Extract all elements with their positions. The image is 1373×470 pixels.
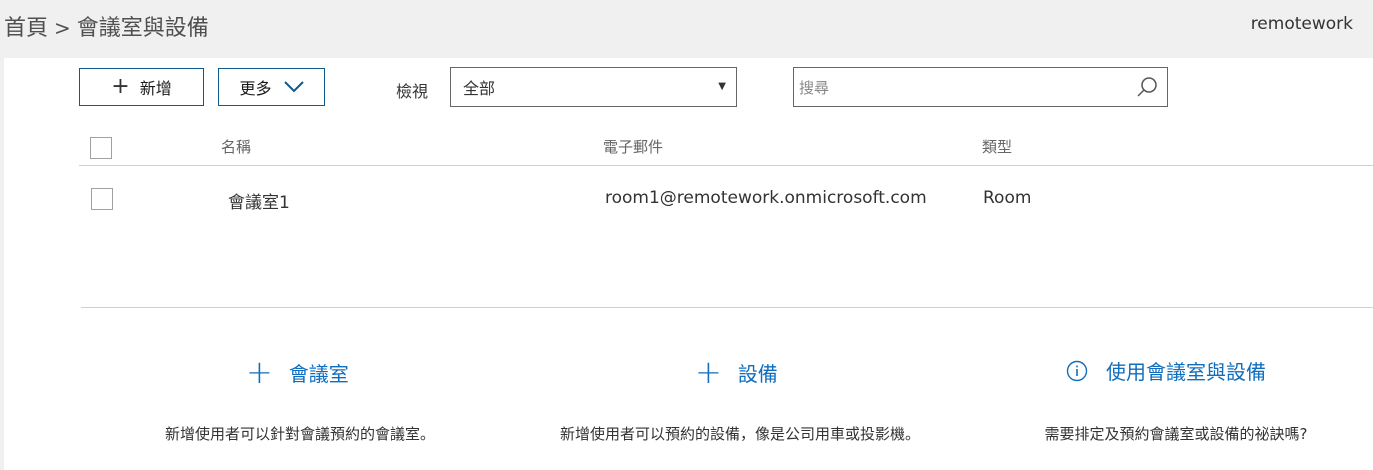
section-divider [81, 307, 1373, 308]
column-header-email[interactable]: 電子郵件 [603, 136, 663, 157]
breadcrumb-current: 會議室與設備 [76, 16, 209, 41]
rooms-help-label: 使用會議室與設備 [1106, 360, 1266, 384]
info-icon [1066, 360, 1088, 381]
new-button-label: 新增 [139, 79, 172, 98]
add-equipment-link[interactable]: + 設備 [695, 356, 778, 388]
more-button-label: 更多 [239, 79, 272, 98]
breadcrumb-home[interactable]: 首頁 [4, 16, 48, 41]
column-header-type[interactable]: 類型 [982, 136, 1012, 157]
cell-type: Room [983, 188, 1032, 208]
add-room-description: 新增使用者可以針對會議預約的會議室。 [164, 425, 435, 443]
row-checkbox[interactable] [91, 188, 113, 210]
add-equipment-description: 新增使用者可以預約的設備，像是公司用車或投影機。 [559, 425, 920, 443]
tenant-name: remotework [1250, 14, 1353, 34]
more-button[interactable]: 更多 [218, 68, 325, 106]
header-divider [79, 165, 1373, 166]
plus-icon: + [246, 353, 273, 391]
plus-icon: + [111, 74, 130, 99]
rooms-help-link[interactable]: 使用會議室與設備 [1066, 356, 1266, 385]
view-label: 檢視 [396, 82, 429, 101]
view-select[interactable]: 全部 ▼ [450, 67, 737, 107]
plus-icon: + [695, 353, 722, 391]
add-equipment-label: 設備 [737, 361, 778, 386]
dropdown-arrow-icon: ▼ [718, 81, 726, 92]
select-all-checkbox[interactable] [90, 137, 112, 159]
cell-email: room1@remotework.onmicrosoft.com [605, 188, 927, 208]
search-input[interactable] [797, 69, 1121, 107]
view-selected-value: 全部 [463, 79, 496, 98]
left-edge [0, 58, 4, 470]
search-box[interactable] [793, 67, 1168, 107]
add-room-label: 會議室 [288, 361, 349, 386]
page-header: 首頁 > 會議室與設備 remotework [0, 0, 1373, 58]
rooms-help-description: 需要排定及預約會議室或設備的祕訣嗎? [1044, 425, 1308, 443]
breadcrumb: 首頁 > 會議室與設備 [4, 10, 209, 42]
column-header-name[interactable]: 名稱 [221, 136, 251, 157]
cell-name[interactable]: 會議室1 [228, 188, 290, 213]
new-button[interactable]: + 新增 [79, 68, 204, 106]
chevron-down-icon [283, 81, 304, 93]
search-icon[interactable] [1136, 76, 1158, 98]
breadcrumb-separator: > [54, 16, 71, 40]
add-room-link[interactable]: + 會議室 [246, 356, 349, 388]
